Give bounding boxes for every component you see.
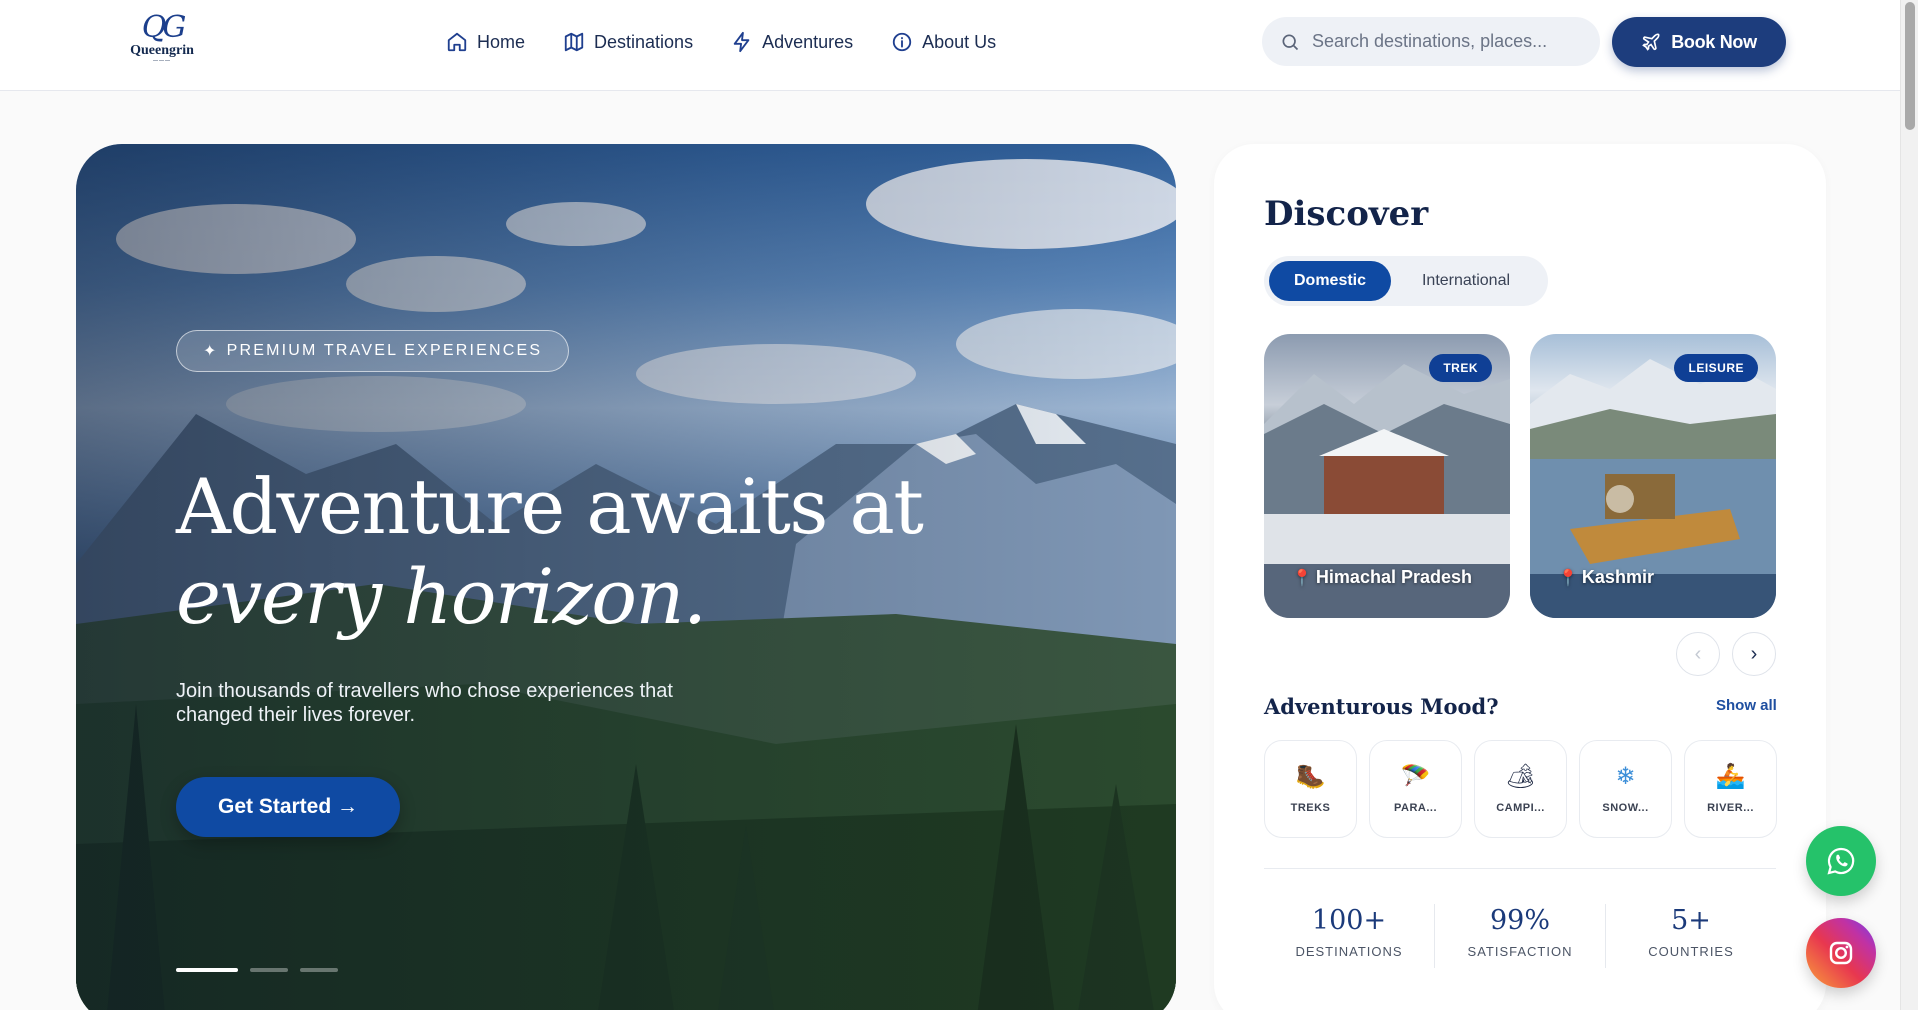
sparkle-icon: ✦	[203, 343, 219, 360]
nav-destinations-label: Destinations	[594, 31, 694, 52]
slide-dot-1[interactable]	[176, 968, 238, 972]
mood-label: SNOW...	[1602, 802, 1649, 814]
site-header: QG Queengrin ——— Home Destinations Adven…	[0, 0, 1900, 91]
mood-snow[interactable]: ❄ SNOW...	[1579, 740, 1672, 838]
carousel-next-button[interactable]: ›	[1732, 632, 1776, 676]
parachute-icon: 🪂	[1400, 763, 1431, 790]
card-tag-leisure: LEISURE	[1674, 354, 1758, 382]
instagram-icon	[1829, 941, 1853, 965]
stats-row: 100+ DESTINATIONS 99% SATISFACTION 5+ CO…	[1264, 904, 1776, 968]
destination-card-himachal[interactable]: TREK 📍 Himachal Pradesh	[1264, 334, 1510, 618]
page-scrollbar[interactable]	[1900, 0, 1918, 1010]
stat-countries: 5+ COUNTRIES	[1606, 904, 1776, 968]
location-pin-icon: 📍	[1292, 569, 1312, 587]
location-pin-icon: 📍	[1558, 569, 1578, 587]
tab-domestic[interactable]: Domestic	[1269, 261, 1391, 301]
card-place-himachal-label: Himachal Pradesh	[1315, 567, 1472, 587]
whatsapp-button[interactable]	[1806, 826, 1876, 896]
nav-about[interactable]: About Us	[891, 26, 996, 58]
stat-label: SATISFACTION	[1467, 944, 1573, 959]
mood-label: TREKS	[1290, 802, 1331, 814]
stat-label: COUNTRIES	[1648, 944, 1734, 959]
stat-label: DESTINATIONS	[1295, 944, 1403, 959]
hero-banner: ✦ PREMIUM TRAVEL EXPERIENCES Adventure a…	[76, 144, 1176, 1010]
whatsapp-icon	[1827, 847, 1855, 875]
hero-subtitle: Join thousands of travellers who chose e…	[176, 680, 673, 726]
card-tag-trek: TREK	[1429, 354, 1492, 382]
stat-value: 99%	[1489, 905, 1550, 936]
info-icon	[892, 32, 912, 52]
discover-panel: Discover Domestic International TREK 📍 H…	[1214, 144, 1826, 1010]
search-input[interactable]	[1312, 31, 1572, 52]
logo-mark: QG	[141, 10, 187, 45]
card-place-kashmir: 📍 Kashmir	[1558, 567, 1654, 588]
book-now-label: Book Now	[1671, 31, 1757, 52]
nav-home-label: Home	[477, 31, 526, 52]
carousel-prev-button[interactable]: ‹	[1676, 632, 1720, 676]
mood-label: PARA...	[1393, 802, 1438, 814]
stat-destinations: 100+ DESTINATIONS	[1264, 904, 1435, 968]
hero-title: Adventure awaits at every horizon.	[176, 462, 924, 642]
mood-paragliding[interactable]: 🪂 PARA...	[1369, 740, 1462, 838]
nav-adventures[interactable]: Adventures	[731, 26, 853, 58]
instagram-button[interactable]	[1806, 918, 1876, 988]
nav-about-label: About Us	[922, 31, 997, 52]
card-place-himachal: 📍 Himachal Pradesh	[1292, 567, 1472, 588]
search-icon	[1282, 34, 1299, 50]
show-all-link[interactable]: Show all	[1716, 697, 1777, 714]
card-place-kashmir-label: Kashmir	[1581, 567, 1654, 587]
nav-destinations[interactable]: Destinations	[563, 26, 693, 58]
destination-type-toggle: Domestic International	[1264, 256, 1548, 306]
book-now-button[interactable]: Book Now	[1612, 17, 1786, 67]
plane-icon	[1642, 33, 1660, 51]
logo-name: Queengrin	[130, 43, 194, 58]
home-icon	[447, 32, 467, 52]
hero-title-line2: every horizon.	[176, 552, 707, 641]
hero-slider-dots	[176, 968, 338, 972]
get-started-button[interactable]: Get Started →	[176, 777, 400, 837]
nav-home[interactable]: Home	[446, 26, 525, 58]
brand-logo[interactable]: QG Queengrin ———	[122, 12, 202, 68]
logo-divider: ———	[153, 58, 171, 64]
mood-label: CAMPI...	[1496, 802, 1545, 814]
rafting-icon: 🚣	[1715, 763, 1746, 790]
destination-card-kashmir[interactable]: LEISURE 📍 Kashmir	[1530, 334, 1776, 618]
stat-value: 5+	[1671, 905, 1711, 936]
mood-camping[interactable]: 🏕 CAMPI...	[1474, 740, 1567, 838]
hero-badge: ✦ PREMIUM TRAVEL EXPERIENCES	[176, 330, 570, 372]
hero-title-line1: Adventure awaits at	[176, 462, 924, 551]
mood-list: 🥾 TREKS 🪂 PARA... 🏕 CAMPI... ❄ SNOW... 🚣…	[1264, 740, 1777, 838]
boot-icon: 🥾	[1295, 763, 1326, 790]
mood-label: RIVER...	[1707, 802, 1754, 814]
stat-value: 100+	[1311, 905, 1387, 936]
camping-icon: 🏕	[1505, 763, 1536, 790]
section-divider	[1264, 868, 1776, 869]
stat-satisfaction: 99% SATISFACTION	[1435, 904, 1606, 968]
tab-international[interactable]: International	[1391, 261, 1541, 301]
slide-dot-3[interactable]	[300, 968, 338, 972]
hero-badge-text: PREMIUM TRAVEL EXPERIENCES	[226, 342, 543, 359]
mood-river[interactable]: 🚣 RIVER...	[1684, 740, 1777, 838]
snowflake-icon: ❄	[1615, 763, 1636, 790]
nav-adventures-label: Adventures	[762, 31, 854, 52]
search-bar	[1262, 17, 1600, 66]
map-icon	[564, 32, 584, 52]
lightning-icon	[733, 31, 750, 53]
mood-treks[interactable]: 🥾 TREKS	[1264, 740, 1357, 838]
scrollbar-thumb[interactable]	[1905, 2, 1915, 130]
mood-title: Adventurous Mood?	[1264, 694, 1499, 719]
main-nav: Home Destinations Adventures About Us	[446, 26, 996, 58]
discover-title: Discover	[1264, 194, 1429, 234]
slide-dot-2[interactable]	[250, 968, 288, 972]
